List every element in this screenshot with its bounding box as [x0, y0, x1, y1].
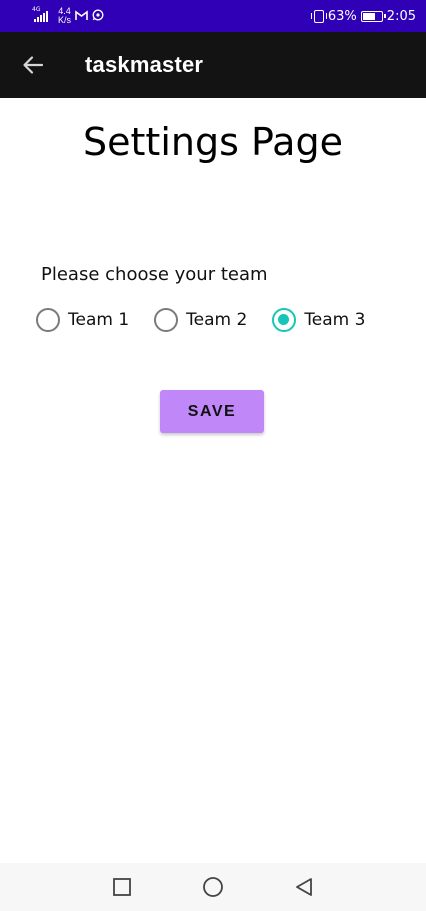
signal-icon: 4G [32, 6, 48, 22]
team-prompt-label: Please choose your team [41, 264, 268, 285]
status-bar-right: 63% 2:05 [310, 8, 416, 24]
home-circle-icon [203, 877, 223, 897]
back-nav-button[interactable] [259, 863, 350, 911]
gmail-icon [75, 9, 88, 23]
system-nav-bar [0, 863, 426, 911]
status-bar: 4G 4.4 K/s 63% 2:05 [0, 0, 426, 32]
network-speed: 4.4 K/s [58, 6, 72, 25]
back-triangle-icon [296, 878, 312, 896]
team-2-radio[interactable]: Team 2 [154, 308, 247, 332]
vibrate-icon [310, 9, 327, 23]
status-bar-left: 4G 4.4 K/s [32, 0, 104, 32]
save-button[interactable]: SAVE [160, 390, 264, 433]
arrow-left-icon [23, 56, 44, 74]
team-2-label[interactable]: Team 2 [186, 310, 247, 330]
team-3-radio[interactable]: Team 3 [272, 308, 365, 332]
radio-button-icon[interactable] [36, 308, 60, 332]
app-title: taskmaster [85, 52, 204, 77]
team-1-radio[interactable]: Team 1 [36, 308, 129, 332]
home-button[interactable] [168, 863, 259, 911]
app-bar: taskmaster [0, 32, 426, 98]
recents-square-icon [113, 878, 131, 896]
battery-charging-icon [360, 10, 386, 22]
team-1-label[interactable]: Team 1 [68, 310, 129, 330]
clock: 2:05 [386, 8, 416, 24]
page-title: Settings Page [83, 120, 343, 164]
battery-percent: 63% [327, 8, 357, 24]
whatsapp-icon [92, 9, 104, 23]
radio-button-icon[interactable] [154, 308, 179, 332]
team-3-label[interactable]: Team 3 [304, 310, 365, 330]
radio-button-checked-icon[interactable] [272, 308, 297, 332]
back-button[interactable] [0, 32, 66, 98]
team-radio-group: Team 1 Team 2 Team 3 [36, 308, 390, 332]
recents-button[interactable] [77, 863, 168, 911]
